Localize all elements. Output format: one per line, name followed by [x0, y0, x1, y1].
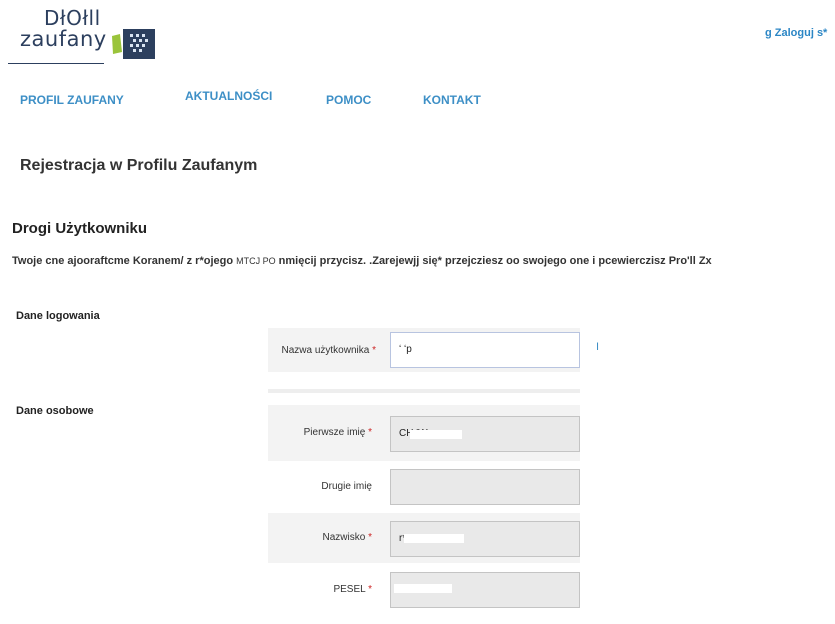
section-login-data: Dane logowania: [16, 310, 100, 322]
second-name-label-text: Drugie imię: [321, 481, 372, 492]
required-marker: *: [368, 532, 372, 543]
logo-icon: [110, 28, 158, 60]
intro-text: Twoje cne ajooraftcme Koranem/ z r*ojego…: [12, 255, 712, 267]
pesel-label: PESEL *: [266, 584, 372, 595]
section-personal-data: Dane osobowe: [16, 405, 94, 417]
redaction-mask: [410, 430, 462, 439]
info-marker: I: [596, 341, 600, 353]
nav-aktualnosci[interactable]: AKTUALNOŚCI: [185, 89, 272, 103]
greeting-heading: Drogi Użytkowniku: [12, 220, 148, 237]
intro-text-part1: Twoje cne ajooraftcme Koranem/ z r*ojego: [12, 255, 237, 267]
page-title: Rejestracja w Profilu Zaufanym: [20, 157, 258, 174]
nav-profil-zaufany[interactable]: PROFIL ZAUFANY: [20, 93, 124, 107]
required-marker: *: [368, 584, 372, 595]
nav-pomoc[interactable]: POMOC: [326, 93, 371, 107]
first-name-label-text: Pierwsze imię: [303, 427, 366, 438]
intro-text-part2: nmięcij przycisz. .Zarejewjj się* przejc…: [275, 255, 712, 267]
logo-text-bottom: zaufany: [20, 27, 107, 51]
nav-kontakt[interactable]: KONTAKT: [423, 93, 481, 107]
pesel-label-text: PESEL: [333, 584, 366, 595]
second-name-label: Drugie imię: [266, 481, 372, 492]
required-marker: *: [372, 345, 376, 356]
required-marker: *: [368, 427, 372, 438]
form-separator: [268, 389, 580, 393]
redaction-mask: [394, 584, 452, 593]
last-name-label: Nazwisko *: [266, 532, 372, 543]
second-name-field: [390, 469, 580, 505]
username-label-text: Nazwa użytkownika: [281, 345, 370, 356]
first-name-label: Pierwsze imię *: [266, 427, 372, 438]
username-input[interactable]: ʻ ʻp: [390, 332, 580, 368]
username-label: Nazwa użytkownika *: [266, 345, 377, 356]
last-name-label-text: Nazwisko: [322, 532, 366, 543]
intro-text-small: MTCJ PO: [236, 256, 276, 266]
redaction-mask: [404, 534, 464, 543]
logo-underline: [8, 63, 104, 64]
login-link[interactable]: g Zaloguj s*: [765, 27, 827, 39]
